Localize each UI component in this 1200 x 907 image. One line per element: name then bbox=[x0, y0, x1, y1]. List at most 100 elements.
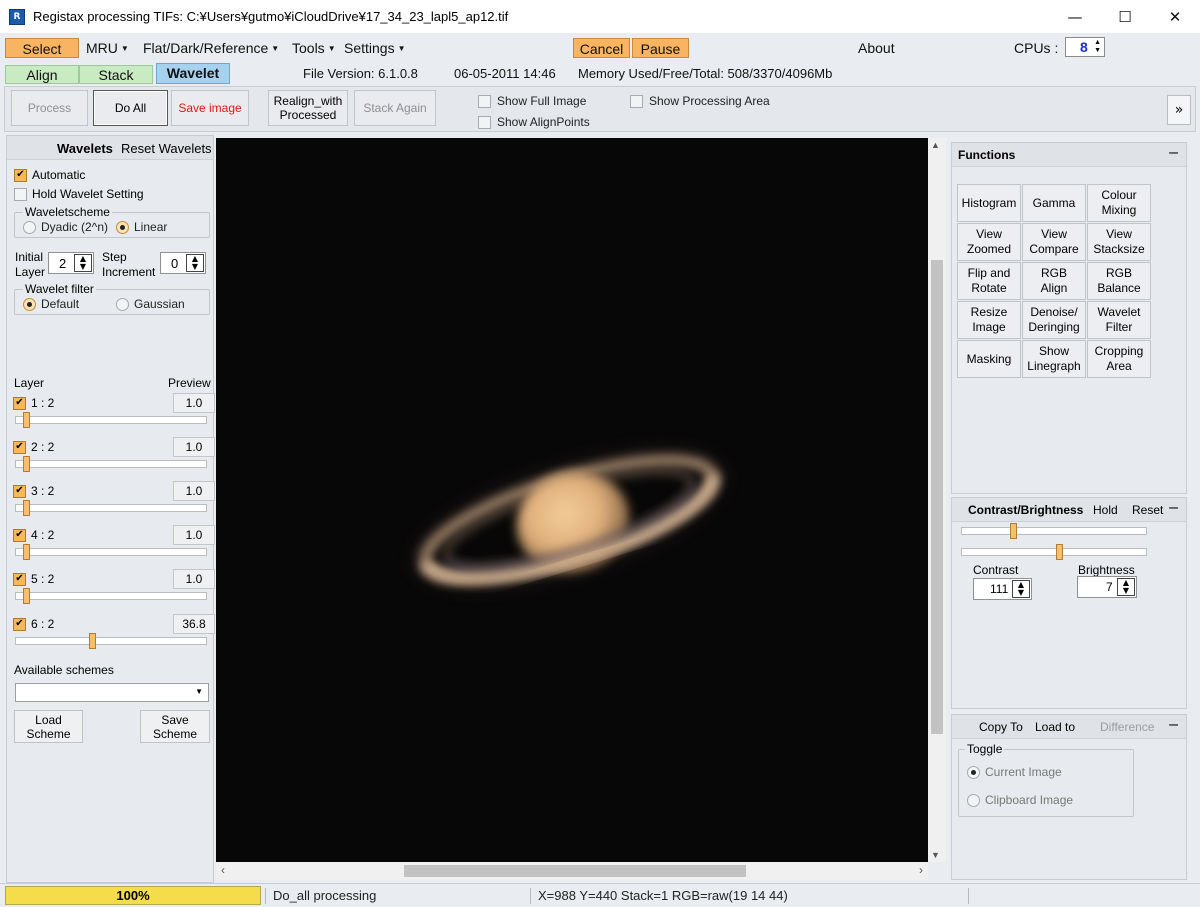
function-button-denoise-deringing[interactable]: Denoise/Deringing bbox=[1022, 301, 1086, 339]
linear-radio[interactable]: Linear bbox=[116, 220, 167, 234]
copy-to-button[interactable]: Copy To bbox=[979, 720, 1023, 734]
current-image-radio[interactable]: Current Image bbox=[967, 765, 1062, 779]
slider-thumb[interactable] bbox=[23, 500, 30, 516]
slider-thumb[interactable] bbox=[23, 412, 30, 428]
function-button-view-stacksize[interactable]: View Stacksize bbox=[1087, 223, 1151, 261]
spin-arrows-icon[interactable]: ▲ ▼ bbox=[186, 254, 204, 272]
menu-flat-dark-reference[interactable]: Flat/Dark/Reference ▼ bbox=[143, 38, 279, 58]
checkbox-box[interactable] bbox=[478, 115, 491, 129]
tab-align[interactable]: Align bbox=[5, 65, 79, 84]
layer-slider[interactable] bbox=[15, 500, 207, 516]
brightness-slider[interactable] bbox=[961, 544, 1147, 560]
menu-about[interactable]: About bbox=[858, 38, 895, 58]
tab-wavelet[interactable]: Wavelet bbox=[156, 63, 230, 84]
automatic-checkbox[interactable]: ✔ Automatic bbox=[14, 168, 85, 182]
checkbox-box[interactable] bbox=[630, 94, 643, 108]
layer-slider[interactable] bbox=[15, 412, 207, 428]
slider-thumb[interactable] bbox=[89, 633, 96, 649]
step-increment-spinner[interactable]: 0 ▲ ▼ bbox=[160, 252, 206, 274]
chevron-down-icon[interactable]: ▼ bbox=[195, 687, 203, 696]
save-scheme-button[interactable]: Save Scheme bbox=[140, 710, 210, 743]
slider-thumb[interactable] bbox=[23, 544, 30, 560]
check-icon[interactable]: ✔ bbox=[13, 572, 26, 586]
layer-checkbox[interactable]: ✔ 6 : 2 bbox=[13, 617, 54, 631]
menu-tools[interactable]: Tools ▼ bbox=[292, 38, 336, 58]
function-button-resize-image[interactable]: Resize Image bbox=[957, 301, 1021, 339]
contrast-slider[interactable] bbox=[961, 523, 1147, 539]
layer-slider[interactable] bbox=[15, 456, 207, 472]
cpus-spinner[interactable]: 8 ▲ ▼ bbox=[1065, 37, 1105, 57]
collapse-icon[interactable]: – bbox=[1169, 499, 1178, 517]
image-viewport[interactable] bbox=[216, 138, 928, 862]
pause-button[interactable]: Pause bbox=[632, 38, 689, 58]
check-icon[interactable]: ✔ bbox=[13, 617, 26, 631]
scroll-right-icon[interactable]: › bbox=[919, 863, 923, 877]
process-button[interactable]: Process bbox=[11, 90, 88, 126]
radio-dot-selected[interactable] bbox=[116, 220, 129, 234]
do-all-button[interactable]: Do All bbox=[93, 90, 168, 126]
tab-stack[interactable]: Stack bbox=[79, 65, 153, 84]
layer-checkbox[interactable]: ✔ 3 : 2 bbox=[13, 484, 54, 498]
dyadic-radio[interactable]: Dyadic (2^n) bbox=[23, 220, 108, 234]
slider-thumb[interactable] bbox=[23, 588, 30, 604]
spin-arrows-icon[interactable]: ▲ ▼ bbox=[74, 254, 92, 272]
load-scheme-button[interactable]: Load Scheme bbox=[14, 710, 83, 743]
radio-dot-selected[interactable] bbox=[967, 765, 980, 779]
default-radio[interactable]: Default bbox=[23, 297, 79, 311]
layer-checkbox[interactable]: ✔ 2 : 2 bbox=[13, 440, 54, 454]
difference-button[interactable]: Difference bbox=[1100, 720, 1154, 734]
layer-slider[interactable] bbox=[15, 588, 207, 604]
checkbox-box[interactable] bbox=[478, 94, 491, 108]
check-icon[interactable]: ✔ bbox=[13, 440, 26, 454]
expand-double-chevron-icon[interactable]: » bbox=[1167, 95, 1191, 125]
function-button-view-zoomed[interactable]: View Zoomed bbox=[957, 223, 1021, 261]
hold-button[interactable]: Hold bbox=[1093, 503, 1118, 517]
layer-slider[interactable] bbox=[15, 633, 207, 649]
function-button-view-compare[interactable]: View Compare bbox=[1022, 223, 1086, 261]
function-button-rgb-align[interactable]: RGB Align bbox=[1022, 262, 1086, 300]
layer-checkbox[interactable]: ✔ 4 : 2 bbox=[13, 528, 54, 542]
initial-layer-spinner[interactable]: 2 ▲ ▼ bbox=[48, 252, 94, 274]
slider-thumb[interactable] bbox=[1010, 523, 1017, 539]
brightness-spinner[interactable]: 7 ▲ ▼ bbox=[1077, 576, 1137, 598]
layer-slider[interactable] bbox=[15, 544, 207, 560]
cancel-button[interactable]: Cancel bbox=[573, 38, 630, 58]
spin-arrows-icon[interactable]: ▲ ▼ bbox=[1117, 578, 1135, 596]
show-processing-area-checkbox[interactable]: Show Processing Area bbox=[630, 94, 770, 108]
function-button-colour-mixing[interactable]: Colour Mixing bbox=[1087, 184, 1151, 222]
scroll-down-icon[interactable]: ▼ bbox=[931, 850, 940, 860]
show-alignpoints-checkbox[interactable]: Show AlignPoints bbox=[478, 115, 590, 129]
show-full-image-checkbox[interactable]: Show Full Image bbox=[478, 94, 586, 108]
function-button-wavelet-filter[interactable]: Wavelet Filter bbox=[1087, 301, 1151, 339]
slider-thumb[interactable] bbox=[1056, 544, 1063, 560]
horizontal-scrollbar[interactable]: ‹ › bbox=[216, 862, 928, 880]
check-icon[interactable]: ✔ bbox=[14, 168, 27, 182]
layer-checkbox[interactable]: ✔ 1 : 2 bbox=[13, 396, 54, 410]
stack-again-button[interactable]: Stack Again bbox=[354, 90, 436, 126]
radio-dot-selected[interactable] bbox=[23, 297, 36, 311]
check-icon[interactable]: ✔ bbox=[13, 528, 26, 542]
collapse-icon[interactable]: – bbox=[1169, 716, 1178, 734]
layer-preview-value[interactable]: 1.0 bbox=[173, 525, 215, 545]
layer-preview-value[interactable]: 1.0 bbox=[173, 569, 215, 589]
function-button-flip-and-rotate[interactable]: Flip and Rotate bbox=[957, 262, 1021, 300]
reset-button[interactable]: Reset bbox=[1132, 503, 1163, 517]
layer-preview-value[interactable]: 1.0 bbox=[173, 393, 215, 413]
radio-dot[interactable] bbox=[23, 220, 36, 234]
checkbox-box[interactable] bbox=[14, 187, 27, 201]
clipboard-image-radio[interactable]: Clipboard Image bbox=[967, 793, 1073, 807]
function-button-show-linegraph[interactable]: Show Linegraph bbox=[1022, 340, 1086, 378]
contrast-spinner[interactable]: 111 ▲ ▼ bbox=[973, 578, 1032, 600]
spin-arrows-icon[interactable]: ▲ ▼ bbox=[1012, 580, 1030, 598]
vertical-scroll-thumb[interactable] bbox=[931, 260, 943, 734]
menu-mru[interactable]: MRU ▼ bbox=[86, 38, 129, 58]
layer-checkbox[interactable]: ✔ 5 : 2 bbox=[13, 572, 54, 586]
wavelets-title[interactable]: Wavelets bbox=[57, 141, 113, 156]
minimize-button[interactable]: — bbox=[1050, 0, 1100, 33]
available-schemes-dropdown[interactable]: ▼ bbox=[15, 683, 209, 702]
layer-preview-value[interactable]: 1.0 bbox=[173, 481, 215, 501]
menu-settings[interactable]: Settings ▼ bbox=[344, 38, 406, 58]
layer-preview-value[interactable]: 1.0 bbox=[173, 437, 215, 457]
select-button[interactable]: Select bbox=[5, 38, 79, 58]
maximize-button[interactable]: ☐ bbox=[1100, 0, 1150, 33]
